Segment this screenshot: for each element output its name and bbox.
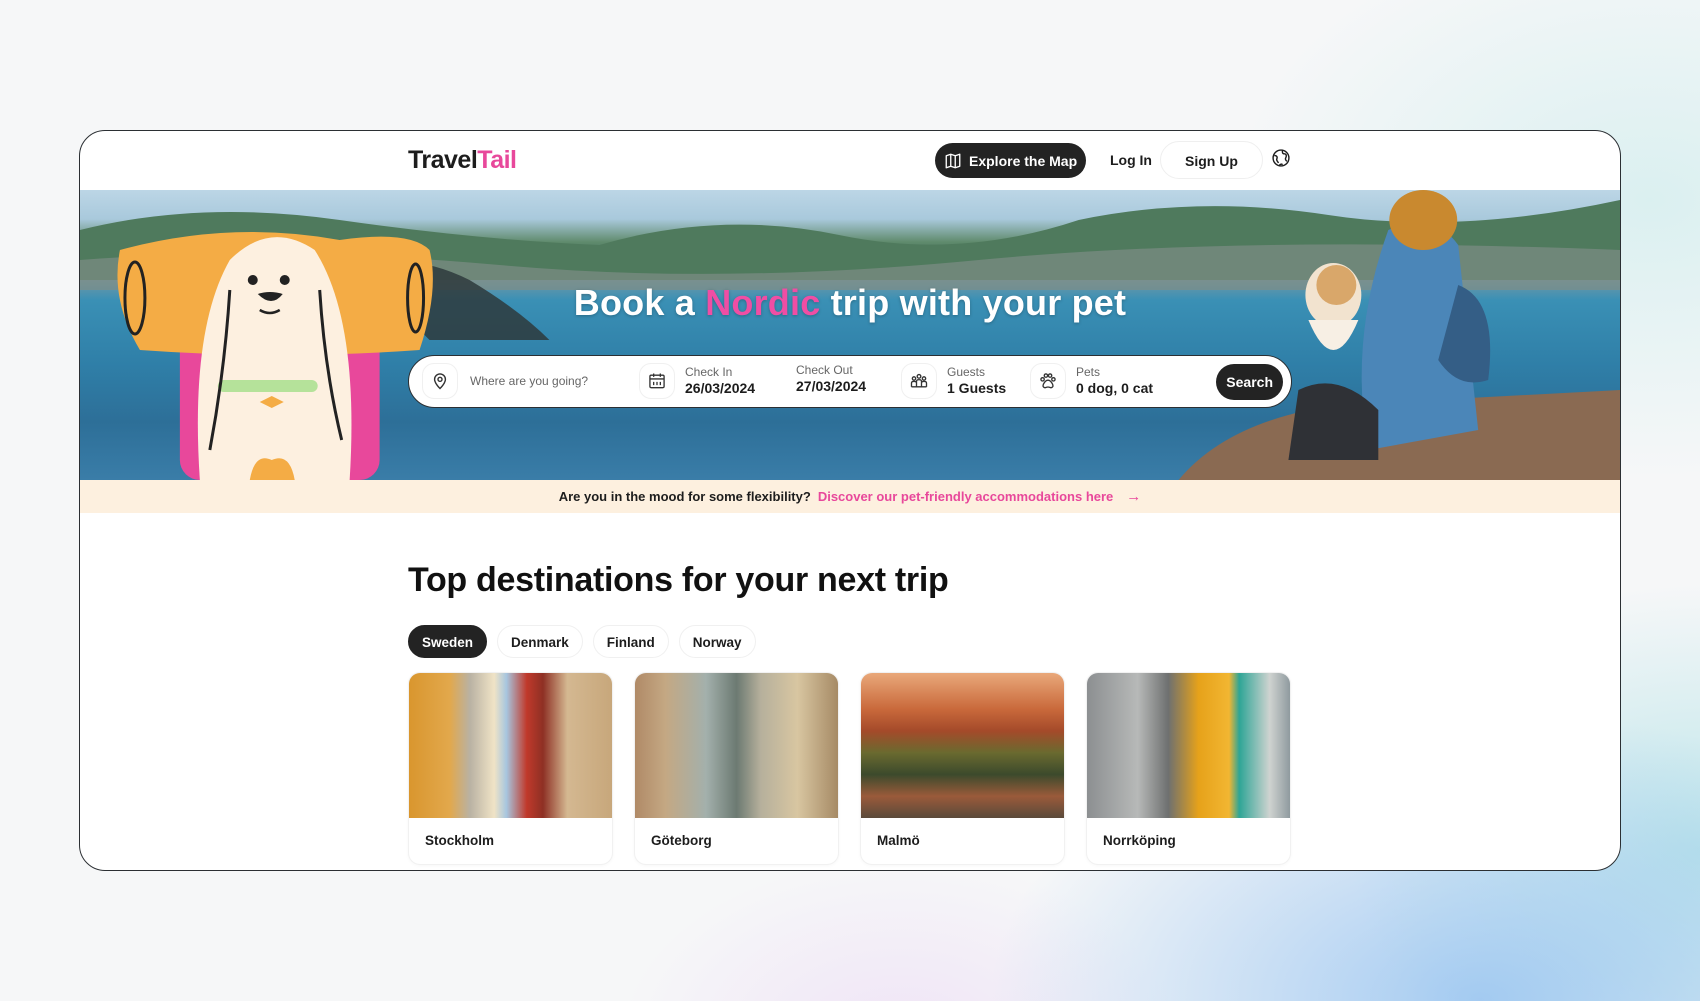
logo-accent: Tail (477, 146, 517, 174)
browser-window: TravelTail Explore the Map Log In Sign U… (79, 130, 1621, 871)
hero-background-image (80, 190, 1620, 480)
hero-banner: Book a Nordic trip with your pet Check I… (80, 190, 1620, 480)
hero-title: Book a Nordic trip with your pet (80, 282, 1620, 324)
destination-card[interactable]: Norrköping (1086, 672, 1291, 865)
section-title: Top destinations for your next trip (408, 561, 949, 599)
check-in-label: Check In (685, 365, 733, 379)
tab-finland[interactable]: Finland (592, 625, 669, 658)
destination-name: Stockholm (425, 833, 495, 848)
login-button[interactable]: Log In (1096, 143, 1166, 178)
globe-icon[interactable] (1271, 148, 1291, 168)
top-nav: TravelTail Explore the Map Log In Sign U… (80, 131, 1620, 191)
guests-value: 1 Guests (947, 380, 1007, 396)
explore-map-label: Explore the Map (969, 152, 1078, 169)
search-button[interactable]: Search (1216, 364, 1283, 400)
hero-title-highlight: Nordic (705, 282, 821, 323)
dog-illustration (117, 232, 433, 480)
check-in-value: 26/03/2024 (685, 380, 756, 396)
tab-denmark[interactable]: Denmark (497, 625, 583, 658)
destination-field[interactable] (422, 363, 640, 399)
destination-image (861, 673, 1064, 818)
destination-name: Malmö (877, 833, 920, 848)
signup-button[interactable]: Sign Up (1160, 141, 1263, 179)
destination-name: Göteborg (651, 833, 712, 848)
search-bar: Check In 26/03/2024 Check Out 27/03/2024… (408, 355, 1292, 408)
destination-image (1087, 673, 1290, 818)
pets-label: Pets (1076, 365, 1101, 379)
destination-input[interactable] (470, 374, 640, 388)
check-in-field[interactable]: Check In 26/03/2024 (639, 363, 755, 399)
paw-icon (1030, 363, 1066, 399)
hero-title-part: Book a (573, 282, 706, 323)
guests-label: Guests (947, 365, 986, 379)
destination-name: Norrköping (1103, 833, 1176, 848)
flexibility-banner: Are you in the mood for some flexibility… (80, 480, 1620, 513)
guests-field[interactable]: Guests 1 Guests (901, 363, 1006, 399)
destination-card[interactable]: Göteborg (634, 672, 839, 865)
check-out-value: 27/03/2024 (796, 378, 867, 394)
calendar-icon (639, 363, 675, 399)
arrow-right-icon[interactable]: → (1126, 488, 1141, 505)
flexibility-question: Are you in the mood for some flexibility… (558, 489, 811, 504)
pets-value: 0 dog, 0 cat (1076, 380, 1154, 396)
guests-icon (901, 363, 937, 399)
destination-card[interactable]: Malmö (860, 672, 1065, 865)
pet-friendly-link[interactable]: Discover our pet-friendly accommodations… (818, 489, 1113, 504)
destination-image (635, 673, 838, 818)
location-pin-icon (422, 363, 458, 399)
map-icon (945, 153, 961, 168)
explore-map-button[interactable]: Explore the Map (935, 143, 1087, 178)
logo[interactable]: TravelTail (408, 146, 517, 175)
destination-cards: Stockholm Göteborg Malmö Norrköping (408, 672, 1291, 865)
pets-field[interactable]: Pets 0 dog, 0 cat (1030, 363, 1153, 399)
check-out-field[interactable]: Check Out 27/03/2024 (796, 363, 866, 395)
destination-image (409, 673, 612, 818)
check-out-label: Check Out (796, 363, 853, 377)
destination-card[interactable]: Stockholm (408, 672, 613, 865)
country-tabs: Sweden Denmark Finland Norway (408, 625, 756, 658)
tab-norway[interactable]: Norway (678, 625, 756, 658)
tab-sweden[interactable]: Sweden (408, 625, 488, 658)
logo-main: Travel (408, 146, 478, 174)
hero-title-part: trip with your pet (820, 282, 1127, 323)
